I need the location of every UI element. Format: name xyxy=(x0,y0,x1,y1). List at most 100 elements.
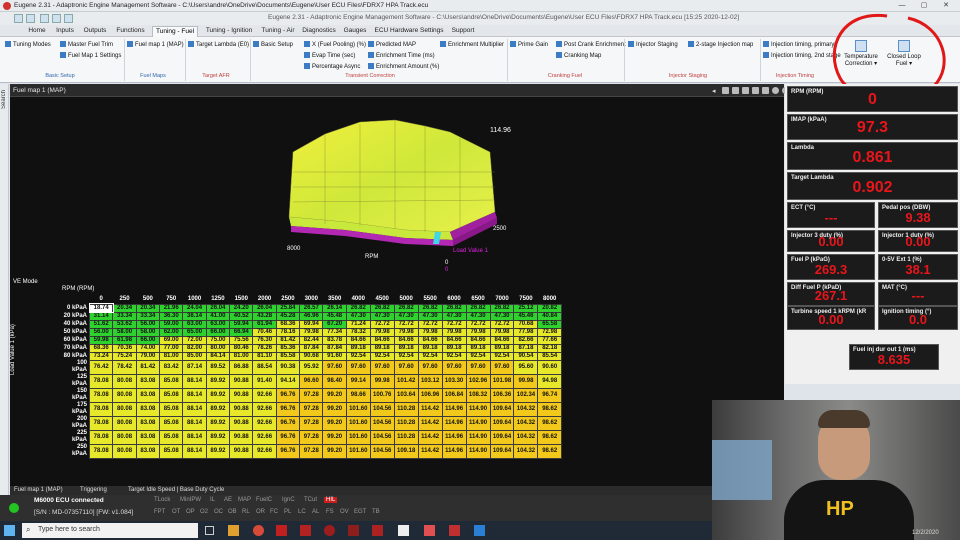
fuel-cell[interactable]: 103.30 xyxy=(441,373,467,389)
gauge[interactable]: MAT (°C) --- xyxy=(878,282,958,306)
fuel-cell[interactable]: 75.56 xyxy=(229,335,254,345)
fuel-cell[interactable]: 47.30 xyxy=(417,311,443,321)
fuel-cell[interactable]: 72.72 xyxy=(369,319,395,329)
task-view-icon[interactable] xyxy=(205,526,214,535)
fuel-cell[interactable]: 70.46 xyxy=(252,327,277,337)
fuel-cell[interactable]: 101.60 xyxy=(345,415,371,431)
app-icon-4[interactable] xyxy=(348,525,359,536)
fuel-cell[interactable]: 85.08 xyxy=(159,387,184,403)
fuel-cell[interactable]: 18.74 xyxy=(88,303,114,313)
gauge[interactable]: Turbine speed 1 kRPM (kR 0.00 xyxy=(787,306,875,330)
app-icon-6[interactable] xyxy=(398,525,409,536)
basic-setup-button[interactable]: Basic Setup xyxy=(253,41,293,49)
fuel-cell[interactable]: 99.20 xyxy=(322,401,347,417)
fuel-cell[interactable]: 72.00 xyxy=(182,335,207,345)
fuel-cell[interactable]: 80.46 xyxy=(229,343,254,353)
fuel-cell[interactable]: 96.76 xyxy=(275,387,301,403)
fuel-cell[interactable]: 79.98 xyxy=(489,327,515,337)
fuel-cell[interactable]: 92.66 xyxy=(252,387,277,403)
tab-outputs[interactable]: Outputs xyxy=(80,26,110,37)
fuel-cell[interactable]: 109.64 xyxy=(489,415,515,431)
fuel-cell[interactable]: 26.04 xyxy=(252,303,277,313)
fuel-cell[interactable]: 81.10 xyxy=(252,351,277,361)
fuel-cell[interactable]: 80.08 xyxy=(112,415,137,431)
fuel-cell[interactable]: 47.30 xyxy=(441,311,467,321)
fuel-cell[interactable]: 72.72 xyxy=(489,319,515,329)
fuel-cell[interactable]: 85.08 xyxy=(159,401,184,417)
fuel-cell[interactable]: 65.58 xyxy=(537,319,562,329)
evap-time-button[interactable]: Evap Time (sec) xyxy=(304,52,355,60)
fuel-cell[interactable]: 89.92 xyxy=(205,443,231,459)
app-icon-1[interactable] xyxy=(276,525,287,536)
tool-icon-5[interactable] xyxy=(762,87,769,94)
fuel-cell[interactable]: 66.00 xyxy=(205,327,231,337)
bottom-tab-triggering[interactable]: Triggering xyxy=(80,487,107,493)
fuel-cell[interactable]: 80.08 xyxy=(112,401,137,417)
tab-inputs[interactable]: Inputs xyxy=(52,26,78,37)
fuel-cell[interactable]: 26.82 xyxy=(489,303,515,313)
fuel-cell[interactable]: 96.76 xyxy=(275,401,301,417)
eugene-icon[interactable] xyxy=(449,525,460,536)
fuel-cell[interactable]: 26.14 xyxy=(322,303,347,313)
fuel-cell[interactable]: 75.00 xyxy=(205,335,231,345)
tab-tuning-ignition[interactable]: Tuning - Ignition xyxy=(202,26,256,37)
tab-gauges[interactable]: Gauges xyxy=(342,26,368,37)
fuel-cell[interactable]: 78.26 xyxy=(252,343,277,353)
fuel-cell[interactable]: 85.00 xyxy=(182,351,207,361)
fuel-cell[interactable]: 21.96 xyxy=(159,303,184,313)
undo-icon[interactable] xyxy=(14,14,23,23)
fuel-cell[interactable]: 59.98 xyxy=(89,335,114,345)
fuel-cell[interactable]: 96.76 xyxy=(275,415,301,431)
fuel-cell[interactable]: 106.96 xyxy=(417,387,443,403)
gauge[interactable]: Fuel inj dur out 1 (ms) 8.635 xyxy=(849,344,939,370)
fuel-cell[interactable]: 72.72 xyxy=(441,319,467,329)
fuel-cell[interactable]: 106.84 xyxy=(441,387,467,403)
cranking-map-button[interactable]: Cranking Map xyxy=(556,52,601,60)
gauge[interactable]: 0-5V Ext 1 (%) 38.1 xyxy=(878,254,958,280)
percentage-async-button[interactable]: Percentage Async xyxy=(304,63,360,71)
prev-icon[interactable]: ◂ xyxy=(712,87,717,95)
fuel-cell[interactable]: 26.04 xyxy=(205,303,231,313)
fuel-cell[interactable]: 81.42 xyxy=(275,335,301,345)
start-icon[interactable] xyxy=(4,525,15,536)
fuel-cell[interactable]: 89.92 xyxy=(205,401,231,417)
fuel-cell[interactable]: 78.16 xyxy=(275,327,301,337)
fuel-cell[interactable]: 90.68 xyxy=(299,351,324,361)
fuel-cell[interactable]: 97.60 xyxy=(322,359,347,375)
fuel-cell[interactable]: 82.66 xyxy=(513,335,539,345)
fuel-cell[interactable]: 85.08 xyxy=(159,415,184,431)
fuel-cell[interactable]: 65.00 xyxy=(182,327,207,337)
fuel-cell[interactable]: 43.28 xyxy=(252,311,277,321)
post-crank-button[interactable]: Post Crank Enrichment xyxy=(556,41,626,49)
fuel-cell[interactable]: 102.34 xyxy=(513,387,539,403)
fuel-cell[interactable]: 47.30 xyxy=(345,311,371,321)
fuel-cell[interactable]: 41.00 xyxy=(205,311,231,321)
fuel-cell[interactable]: 97.28 xyxy=(299,443,324,459)
fuel-cell[interactable]: 104.56 xyxy=(369,443,395,459)
fuel-cell[interactable]: 90.88 xyxy=(229,401,254,417)
fuel-cell[interactable]: 80.00 xyxy=(205,343,231,353)
fuel-cell[interactable]: 78.08 xyxy=(89,387,114,403)
fuel-cell[interactable]: 87.18 xyxy=(513,343,539,353)
fuel-cell[interactable]: 84.66 xyxy=(441,335,467,345)
fuel-cell[interactable]: 110.28 xyxy=(393,415,419,431)
two-stage-map-button[interactable]: 2-stage Injection map xyxy=(688,41,753,49)
fuel-cell[interactable]: 33.34 xyxy=(135,311,161,321)
fuel-cell[interactable]: 114.90 xyxy=(465,401,491,417)
fuel-cell[interactable]: 91.60 xyxy=(322,351,347,361)
fuel-cell[interactable]: 58.00 xyxy=(112,327,137,337)
fuel-cell[interactable]: 76.42 xyxy=(89,359,114,375)
enrichment-multiplier-button[interactable]: Enrichment Multiplier xyxy=(440,41,504,49)
fuel-cell[interactable]: 40.52 xyxy=(229,311,254,321)
fuel-cell[interactable]: 114.90 xyxy=(465,415,491,431)
fuel-cell[interactable]: 89.18 xyxy=(465,343,491,353)
fuel-cell[interactable]: 88.14 xyxy=(182,373,207,389)
fuel-cell[interactable]: 56.00 xyxy=(135,319,161,329)
fuel-cell[interactable]: 83.08 xyxy=(135,415,161,431)
fuel-cell[interactable]: 47.30 xyxy=(465,311,491,321)
fuel-cell[interactable]: 84.66 xyxy=(393,335,419,345)
fuel-cell[interactable]: 69.94 xyxy=(299,319,324,329)
fuel-cell[interactable]: 98.66 xyxy=(345,387,371,403)
fuel-cell[interactable]: 89.92 xyxy=(205,429,231,445)
fuel-cell[interactable]: 79.00 xyxy=(135,351,161,361)
